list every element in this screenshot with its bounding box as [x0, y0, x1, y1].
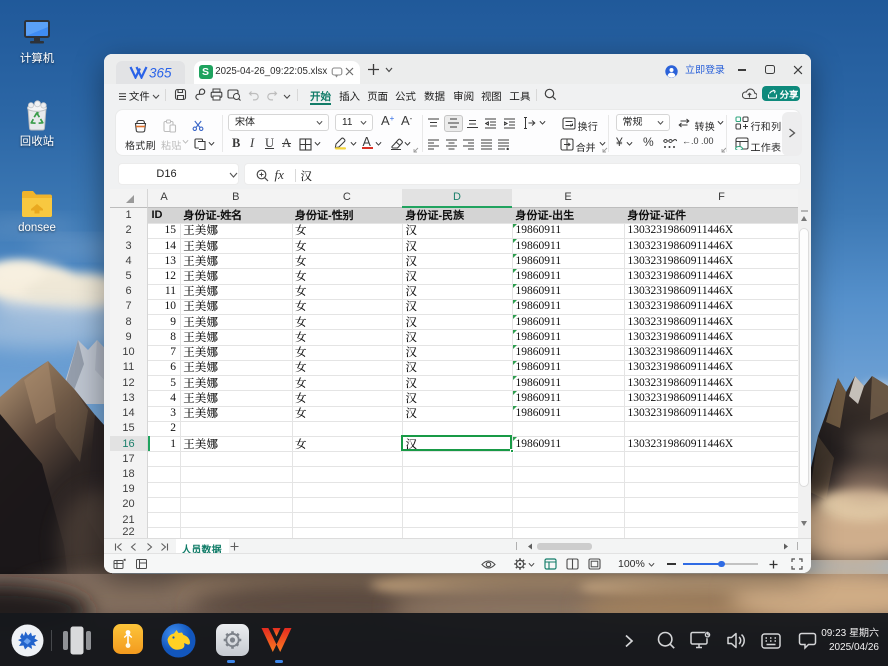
svg-text:365: 365: [149, 66, 172, 79]
